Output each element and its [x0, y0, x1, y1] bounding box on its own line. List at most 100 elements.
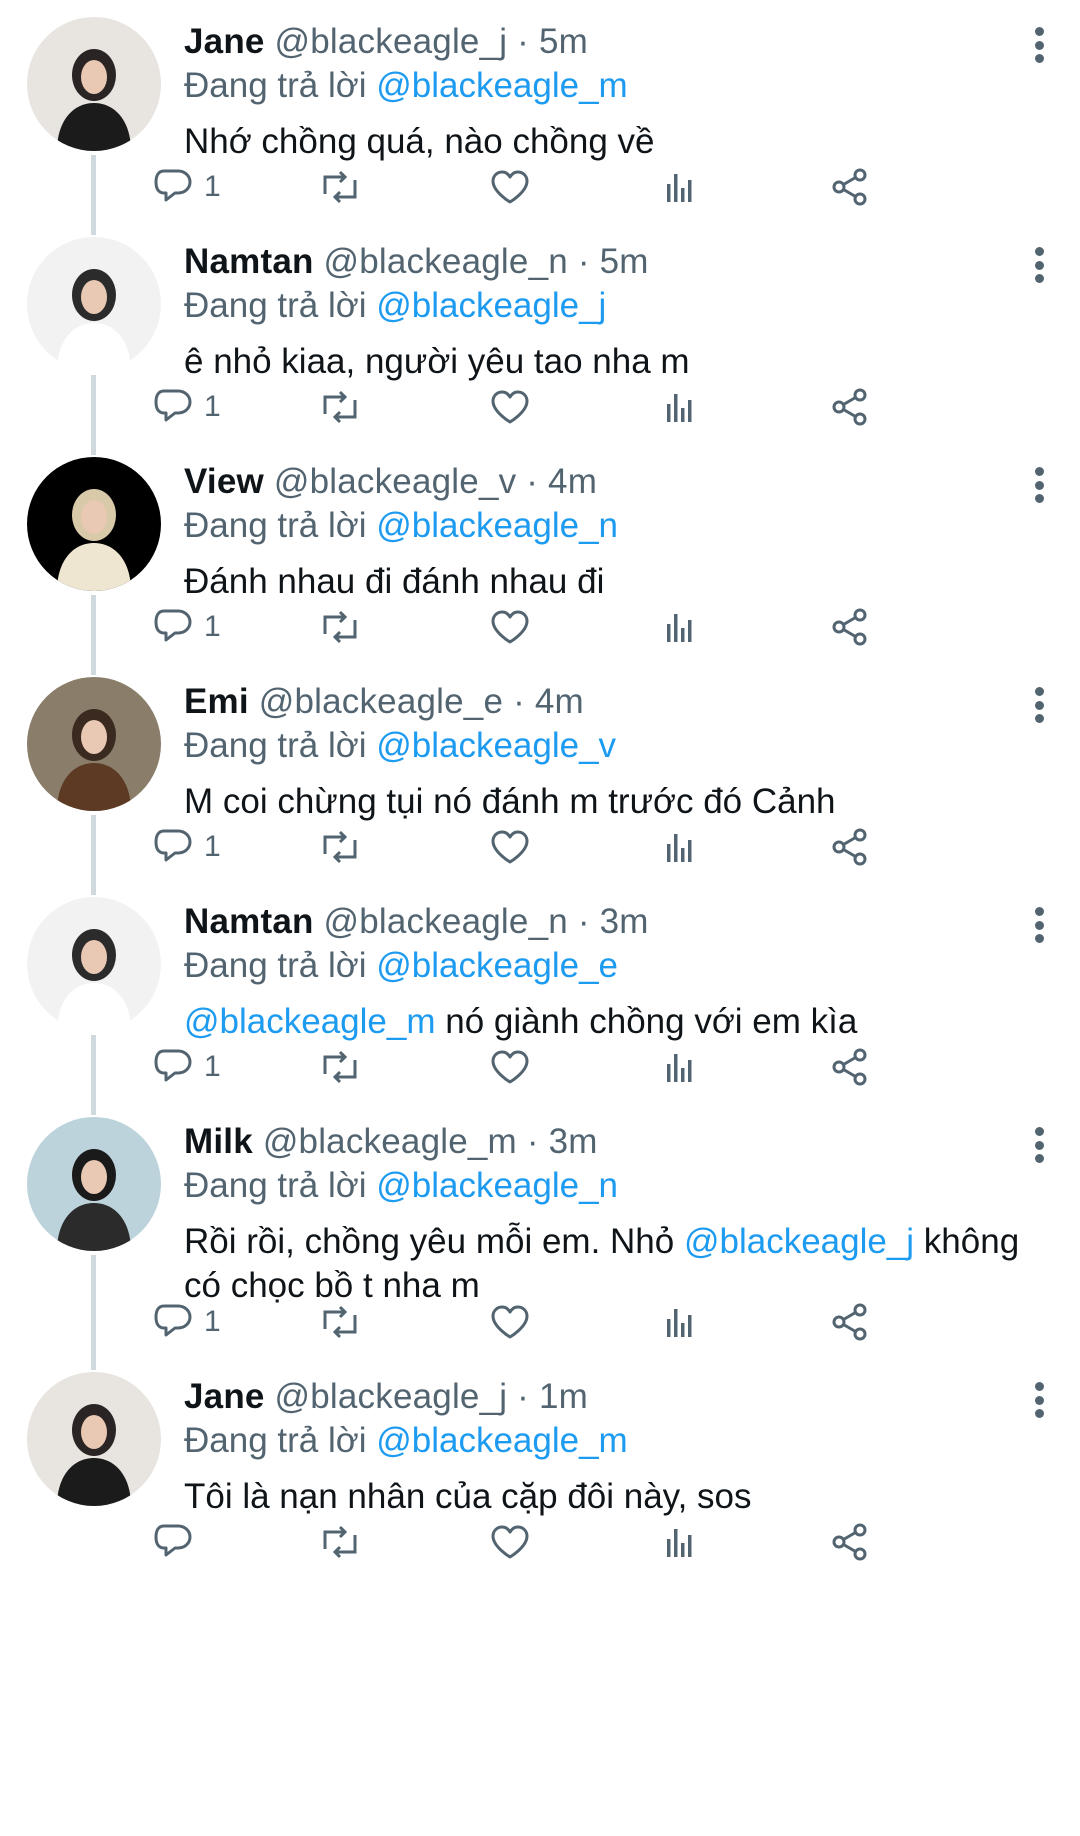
avatar[interactable] — [27, 17, 161, 151]
share-button[interactable] — [829, 1517, 871, 1567]
more-icon[interactable] — [1033, 1127, 1045, 1163]
retweet-button[interactable] — [319, 382, 361, 432]
share-button[interactable] — [829, 602, 871, 652]
like-button[interactable] — [489, 1517, 531, 1567]
like-button[interactable] — [489, 162, 531, 212]
views-button[interactable] — [659, 602, 701, 652]
tweet-text: Rồi rồi, chồng yêu mỗi em. Nhỏ @blackeag… — [184, 1220, 1044, 1308]
retweet-icon — [323, 1525, 357, 1559]
like-button[interactable] — [489, 822, 531, 872]
display-name[interactable]: Jane — [184, 22, 265, 61]
user-handle[interactable]: @blackeagle_j — [275, 22, 508, 61]
avatar[interactable] — [27, 677, 161, 811]
views-button[interactable] — [659, 382, 701, 432]
more-icon[interactable] — [1033, 1382, 1045, 1418]
tweet-reply[interactable]: Emi @blackeagle_e · 4m Đang trả lời @blac… — [0, 660, 1080, 880]
mention-link[interactable]: @blackeagle_j — [684, 1222, 914, 1261]
user-handle[interactable]: @blackeagle_n — [324, 902, 568, 941]
avatar-image — [27, 237, 161, 371]
retweet-icon — [323, 610, 357, 644]
separator-dot: · — [507, 1377, 539, 1416]
share-button[interactable] — [829, 382, 871, 432]
reply-thread: Jane @blackeagle_j · 5m Đang trả lời @bla… — [0, 0, 1080, 1836]
avatar[interactable] — [27, 457, 161, 591]
reply-to-mention[interactable]: @blackeagle_n — [376, 1166, 618, 1205]
more-icon[interactable] — [1033, 687, 1045, 723]
timestamp[interactable]: 1m — [539, 1377, 588, 1416]
timestamp[interactable]: 4m — [535, 682, 584, 721]
user-handle[interactable]: @blackeagle_e — [259, 682, 503, 721]
share-button[interactable] — [829, 1042, 871, 1092]
share-button[interactable] — [829, 162, 871, 212]
timestamp[interactable]: 3m — [549, 1122, 598, 1161]
avatar[interactable] — [27, 237, 161, 371]
views-button[interactable] — [659, 162, 701, 212]
more-icon[interactable] — [1033, 467, 1045, 503]
reply-button[interactable]: 1 — [154, 602, 221, 652]
avatar-image — [27, 1117, 161, 1251]
display-name[interactable]: Emi — [184, 682, 249, 721]
display-name[interactable]: Namtan — [184, 902, 314, 941]
reply-to-mention[interactable]: @blackeagle_m — [376, 1421, 628, 1460]
tweet-reply[interactable]: Jane @blackeagle_j · 1m Đang trả lời @bla… — [0, 1355, 1080, 1605]
timestamp[interactable]: 4m — [548, 462, 597, 501]
more-icon[interactable] — [1033, 27, 1045, 63]
reply-to-mention[interactable]: @blackeagle_n — [376, 506, 618, 545]
timestamp[interactable]: 3m — [600, 902, 649, 941]
views-button[interactable] — [659, 1517, 701, 1567]
retweet-button[interactable] — [319, 602, 361, 652]
share-button[interactable] — [829, 822, 871, 872]
user-handle[interactable]: @blackeagle_n — [324, 242, 568, 281]
replying-to: Đang trả lời @blackeagle_m — [184, 64, 1044, 108]
views-button[interactable] — [659, 1297, 701, 1347]
avatar[interactable] — [27, 1117, 161, 1251]
mention-link[interactable]: @blackeagle_m — [184, 1002, 436, 1041]
reply-button[interactable]: 1 — [154, 382, 221, 432]
reply-button[interactable]: 1 — [154, 822, 221, 872]
retweet-button[interactable] — [319, 162, 361, 212]
display-name[interactable]: Jane — [184, 1377, 265, 1416]
reply-button[interactable]: 1 — [154, 162, 221, 212]
reply-button[interactable]: 1 — [154, 1042, 221, 1092]
avatar[interactable] — [27, 897, 161, 1031]
views-button[interactable] — [659, 1042, 701, 1092]
reply-icon — [154, 1524, 192, 1557]
tweet-content: Jane @blackeagle_j · 5m Đang trả lời @bla… — [184, 20, 1044, 164]
retweet-button[interactable] — [319, 1042, 361, 1092]
like-button[interactable] — [489, 382, 531, 432]
like-button[interactable] — [489, 602, 531, 652]
share-button[interactable] — [829, 1297, 871, 1347]
tweet-reply[interactable]: Namtan @blackeagle_n · 3m Đang trả lời @b… — [0, 880, 1080, 1100]
reply-to-mention[interactable]: @blackeagle_v — [376, 726, 616, 765]
display-name[interactable]: Milk — [184, 1122, 253, 1161]
views-button[interactable] — [659, 822, 701, 872]
reply-button[interactable] — [154, 1517, 204, 1567]
heart-icon — [491, 170, 529, 204]
retweet-button[interactable] — [319, 1517, 361, 1567]
display-name[interactable]: Namtan — [184, 242, 314, 281]
tweet-reply[interactable]: Milk @blackeagle_m · 3m Đang trả lời @bla… — [0, 1100, 1080, 1355]
replying-to-label: Đang trả lời — [184, 506, 367, 545]
more-icon[interactable] — [1033, 907, 1045, 943]
reply-to-mention[interactable]: @blackeagle_j — [376, 286, 606, 325]
reply-icon — [154, 609, 192, 642]
timestamp[interactable]: 5m — [539, 22, 588, 61]
reply-to-mention[interactable]: @blackeagle_e — [376, 946, 618, 985]
retweet-button[interactable] — [319, 822, 361, 872]
avatar[interactable] — [27, 1372, 161, 1506]
like-button[interactable] — [489, 1042, 531, 1092]
timestamp[interactable]: 5m — [600, 242, 649, 281]
like-button[interactable] — [489, 1297, 531, 1347]
retweet-button[interactable] — [319, 1297, 361, 1347]
tweet-reply[interactable]: Namtan @blackeagle_n · 5m Đang trả lời @b… — [0, 220, 1080, 440]
tweet-reply[interactable]: View @blackeagle_v · 4m Đang trả lời @bla… — [0, 440, 1080, 660]
reply-to-mention[interactable]: @blackeagle_m — [376, 66, 628, 105]
tweet-reply[interactable]: Jane @blackeagle_j · 5m Đang trả lời @bla… — [0, 0, 1080, 220]
user-handle[interactable]: @blackeagle_m — [263, 1122, 517, 1161]
user-handle[interactable]: @blackeagle_v — [274, 462, 516, 501]
reply-button[interactable]: 1 — [154, 1297, 221, 1347]
more-icon[interactable] — [1033, 247, 1045, 283]
user-handle[interactable]: @blackeagle_j — [275, 1377, 508, 1416]
display-name[interactable]: View — [184, 462, 264, 501]
reply-count: 1 — [204, 610, 221, 643]
